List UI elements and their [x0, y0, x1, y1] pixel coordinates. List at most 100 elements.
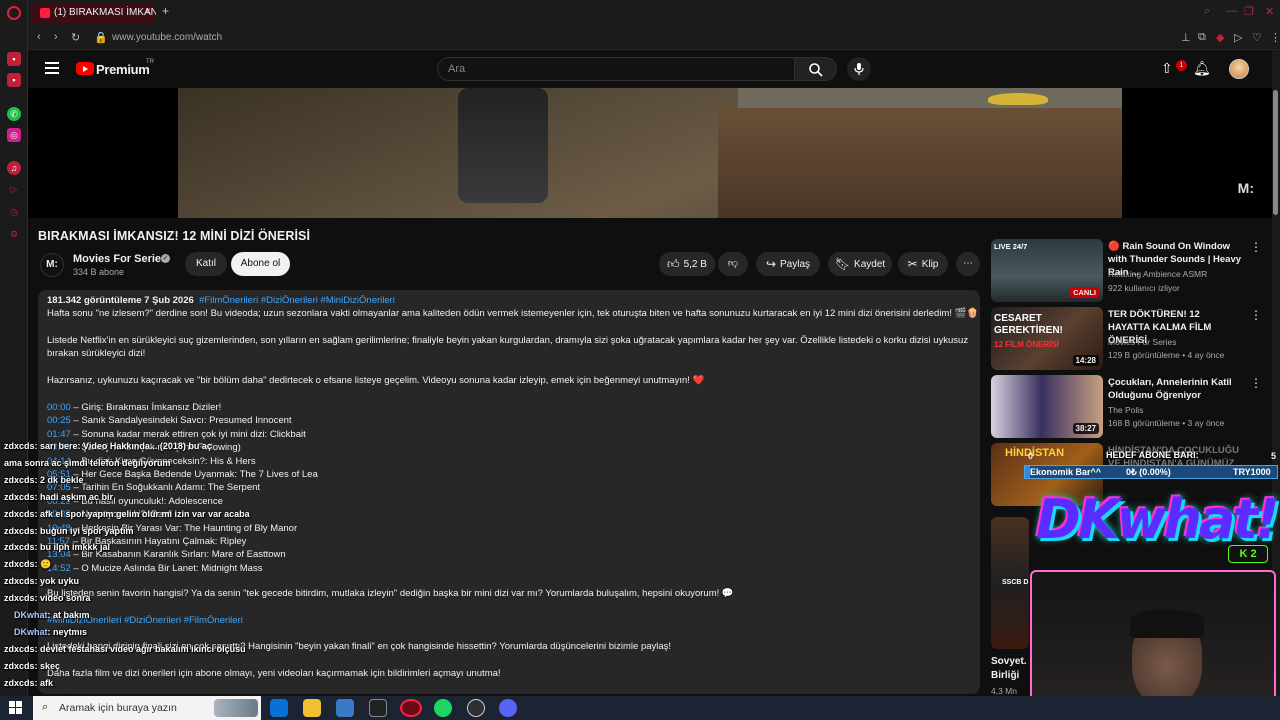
subscribe-button[interactable]: Abone ol: [231, 252, 290, 276]
voice-search-button[interactable]: [847, 57, 871, 81]
webcam-person-hair: [1130, 610, 1204, 638]
pin-icon[interactable]: ⊥: [1181, 31, 1191, 44]
rec-channel[interactable]: Movies For Series: [1108, 337, 1177, 347]
chat-message: zdxcds: afk: [4, 678, 53, 688]
chat-username: zdxcds: [4, 525, 35, 536]
region-code: TR: [146, 59, 154, 65]
chat-username: zdxcds: [4, 660, 35, 671]
address-bar: ‹ › ↻ 🔒 www.youtube.com/watch ⊥ ⧉ ◆ ▷ ♡ …: [28, 26, 1280, 50]
windows-start-icon[interactable]: [9, 701, 23, 715]
chat-message: zdxcds: bu ilph imkkk jal: [4, 542, 110, 552]
description-box[interactable]: 181.342 görüntüleme 7 Şub 2026 #FilmÖner…: [38, 290, 980, 694]
chat-message: zdxcds: video sonra: [4, 593, 91, 603]
chat-message: zdxcds: 2 dk bekle: [4, 475, 84, 485]
clip-button[interactable]: ✂ Klip: [898, 252, 948, 276]
hamburger-menu-icon[interactable]: [45, 62, 59, 74]
channel-name[interactable]: Movies For Series: [73, 253, 167, 265]
chat-text: : sarı bere: Video Hakkında... (2018) bu…: [34, 441, 212, 451]
kick-viewer-badge: K 2: [1228, 545, 1268, 563]
close-window-icon[interactable]: ✕: [1265, 5, 1274, 18]
snapshot-icon[interactable]: ⧉: [1198, 31, 1206, 44]
search-input[interactable]: Ara: [437, 57, 795, 81]
rec-title[interactable]: Sovyet... Birliği D...: [991, 655, 1027, 683]
chapter-text: – Sonuna kadar merak ettiren çok iyi min…: [70, 428, 306, 440]
chapter-timestamp[interactable]: 00:25: [47, 415, 71, 426]
opera-logo-icon[interactable]: [7, 6, 21, 20]
rec-thumbnail[interactable]: LIVE 24/7 CANLI: [991, 239, 1103, 302]
sidebar-app-icon-2[interactable]: ▪: [7, 73, 21, 87]
instagram-icon[interactable]: ◎: [7, 128, 21, 142]
chapter-timestamp[interactable]: 01:47: [47, 429, 71, 440]
obs-icon[interactable]: [467, 699, 485, 717]
heart-icon[interactable]: ♡: [1252, 31, 1262, 44]
rec-more-icon[interactable]: ⋮: [1250, 240, 1262, 254]
rec-channel[interactable]: The Polis: [1108, 405, 1143, 415]
video-frame: [178, 88, 1122, 218]
opera-gx-icon[interactable]: [400, 699, 422, 717]
sidebar-app-icon-1[interactable]: ▪: [7, 52, 21, 66]
music-icon[interactable]: ♫: [7, 161, 21, 175]
chat-username: zdxcds: [4, 559, 35, 570]
rec-more-icon[interactable]: ⋮: [1250, 308, 1262, 322]
search-button[interactable]: [795, 57, 837, 81]
chat-username: zdxcds: [4, 542, 35, 553]
rec-more-icon[interactable]: ⋮: [1250, 376, 1262, 390]
rec-thumbnail[interactable]: 38:27: [991, 375, 1103, 438]
share-icon: ↪: [765, 257, 777, 271]
discord-icon[interactable]: [499, 699, 517, 717]
rec-title[interactable]: Çocukları, Annelerinin Katil Olduğunu Öğ…: [1108, 376, 1244, 402]
rec-channel[interactable]: Relaxing Ambience ASMR: [1108, 269, 1207, 279]
video-player[interactable]: M:: [28, 88, 1272, 218]
tab-close-icon[interactable]: ×: [145, 6, 151, 17]
like-button[interactable]: 👍︎ 5,2 B: [659, 252, 715, 276]
forward-icon[interactable]: ›: [54, 31, 58, 43]
tab-youtube[interactable]: (1) BIRAKMASI İMKANSIZ ×: [32, 3, 156, 23]
rec-duration: 14:28: [1072, 355, 1099, 366]
file-explorer-icon[interactable]: [303, 699, 321, 717]
settings-icon[interactable]: ⚙: [7, 227, 21, 241]
new-tab-button[interactable]: +: [162, 4, 169, 18]
send-icon[interactable]: ▷: [1234, 31, 1242, 44]
url-field[interactable]: www.youtube.com/watch: [112, 32, 222, 43]
save-button[interactable]: 🔖︎ Kaydet: [828, 252, 892, 276]
youtube-logo-icon[interactable]: [76, 62, 94, 75]
join-button[interactable]: Katıl: [185, 252, 227, 276]
youtube-tab-icon: [40, 8, 50, 18]
rec-thumbnail[interactable]: SSCB D: [991, 517, 1029, 649]
remote-desktop-icon[interactable]: [336, 699, 354, 717]
search-tabs-icon[interactable]: ⌕: [1204, 5, 1210, 18]
more-browser-icon[interactable]: ⋮: [1270, 31, 1280, 44]
minimize-icon[interactable]: —: [1226, 5, 1237, 17]
search-highlight-icon[interactable]: [214, 699, 258, 717]
goal-end-value: 5: [1271, 451, 1277, 461]
notifications-icon[interactable]: 🔔︎: [1193, 60, 1211, 77]
reload-icon[interactable]: ↻: [71, 31, 80, 44]
scrollbar-thumb[interactable]: [1273, 90, 1278, 215]
chapter-timestamp[interactable]: 00:00: [47, 402, 71, 413]
description-hashtags[interactable]: #FilmÖnerileri #DiziÖnerileri #MiniDiziÖ…: [199, 295, 395, 306]
player-icon[interactable]: ▷: [7, 182, 21, 196]
spotify-icon[interactable]: [434, 699, 452, 717]
maximize-icon[interactable]: ❐: [1244, 5, 1254, 18]
chapter-text: – Her Gece Başka Bedende Uyanmak: The 7 …: [70, 469, 318, 480]
mail-app-icon[interactable]: [270, 699, 288, 717]
video-figure: [458, 88, 548, 203]
whatsapp-icon[interactable]: ✆: [7, 107, 21, 121]
chapter-item: 00:00 – Giriş: Bırakması İmkansız Dizile…: [47, 402, 221, 413]
more-icon: ⋯: [963, 258, 973, 269]
share-button[interactable]: ↪ Paylaş: [756, 252, 820, 276]
dislike-button[interactable]: 👎︎: [718, 252, 748, 276]
shield-icon[interactable]: ◆: [1216, 31, 1224, 44]
capcut-icon[interactable]: [369, 699, 387, 717]
upload-icon[interactable]: ⇧: [1161, 60, 1173, 77]
rec-thumbnail[interactable]: CESARET GEREKTİREN! 12 FİLM ÖNERİSİ 14:2…: [991, 307, 1103, 370]
back-icon[interactable]: ‹: [37, 31, 41, 43]
chat-message: zdxcds: afk el spor yapım gelim olur mi …: [4, 509, 250, 519]
channel-avatar[interactable]: M:: [40, 253, 64, 277]
youtube-brand[interactable]: Premium: [96, 62, 150, 77]
account-avatar[interactable]: [1229, 59, 1249, 79]
thumbs-up-icon: 👍︎: [667, 257, 680, 271]
description-paragraph-1: Hafta sonu "ne izlesem?" derdine son! Bu…: [47, 308, 979, 319]
history-icon[interactable]: ◷: [7, 205, 21, 219]
more-actions-button[interactable]: ⋯: [956, 252, 980, 276]
